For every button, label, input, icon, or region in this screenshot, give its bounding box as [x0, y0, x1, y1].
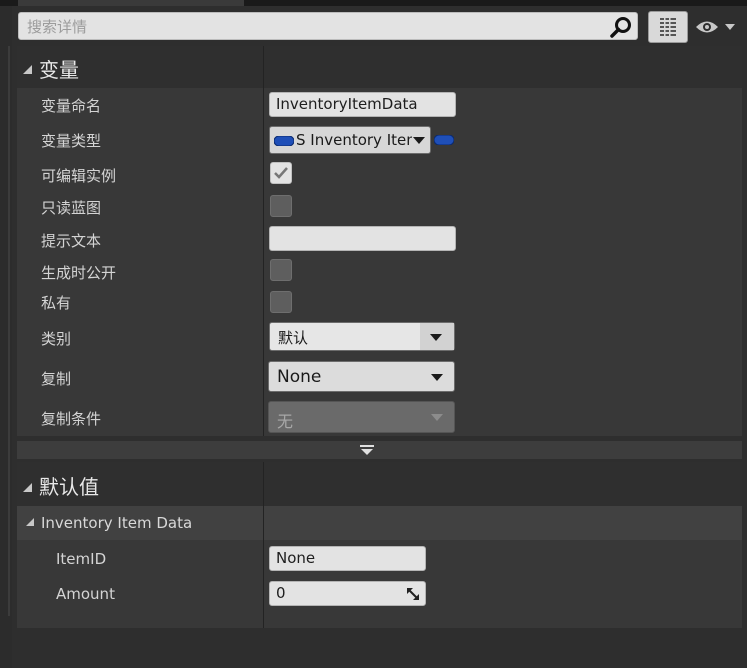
item-id-field[interactable]: None	[269, 546, 426, 571]
resize-arrows-icon[interactable]	[407, 588, 419, 600]
variable-section-header[interactable]: 变量	[17, 46, 742, 88]
label-variable-name: 变量命名	[41, 97, 102, 115]
variable-name-field[interactable]: InventoryItemData	[269, 92, 456, 117]
column-divider[interactable]	[263, 462, 264, 628]
eye-icon	[696, 21, 735, 33]
advanced-expander-bar[interactable]	[17, 441, 742, 459]
struct-row[interactable]: Inventory Item Data	[17, 506, 742, 540]
variable-section-title: 变量	[39, 58, 79, 82]
label-instance-editable: 可编辑实例	[41, 167, 117, 185]
property-matrix-button[interactable]	[648, 11, 688, 43]
column-divider[interactable]	[263, 46, 264, 436]
default-section-title: 默认值	[39, 475, 99, 499]
checkmark-icon	[274, 167, 288, 179]
label-private: 私有	[41, 294, 72, 312]
variable-type-dropdown[interactable]: S Inventory Item	[269, 126, 431, 154]
tooltip-field[interactable]	[269, 226, 456, 251]
label-replication: 复制	[41, 370, 72, 388]
expand-arrow-icon	[360, 445, 374, 455]
label-amount: Amount	[56, 585, 115, 603]
chevron-down-icon	[431, 414, 443, 421]
label-replication-condition: 复制条件	[41, 410, 102, 428]
replication-condition-value: 无	[277, 412, 294, 431]
grid-view-icon	[660, 18, 676, 36]
view-options-button[interactable]	[692, 13, 742, 41]
struct-label: Inventory Item Data	[41, 514, 193, 532]
label-variable-type: 变量类型	[41, 132, 102, 150]
amount-field[interactable]: 0	[269, 581, 426, 606]
chevron-down-icon	[431, 374, 443, 381]
label-category: 类别	[41, 330, 72, 348]
collapse-triangle-icon[interactable]	[26, 518, 34, 526]
collapse-triangle-icon[interactable]	[23, 483, 32, 492]
amount-value: 0	[276, 584, 286, 602]
replication-value: None	[277, 367, 322, 387]
search-input[interactable]	[25, 15, 609, 39]
variable-type-value: S Inventory Item	[296, 131, 412, 149]
replication-condition-dropdown[interactable]: 无	[268, 401, 455, 433]
label-item-id: ItemID	[56, 550, 107, 568]
category-value: 默认	[278, 329, 309, 347]
struct-pin-icon	[274, 136, 294, 146]
label-tooltip: 提示文本	[41, 232, 102, 250]
chevron-down-icon	[413, 137, 425, 144]
chevron-down-icon	[430, 334, 442, 341]
left-gutter-line	[8, 46, 10, 616]
blueprint-readonly-checkbox[interactable]	[270, 195, 292, 217]
details-tab[interactable]	[18, 0, 244, 6]
expose-on-spawn-checkbox[interactable]	[270, 259, 292, 281]
replication-dropdown[interactable]: None	[268, 361, 455, 392]
container-type-icon[interactable]	[434, 135, 454, 145]
left-gutter	[0, 6, 12, 668]
label-blueprint-readonly: 只读蓝图	[41, 199, 102, 217]
private-checkbox[interactable]	[270, 291, 292, 313]
default-section-header[interactable]: 默认值	[17, 462, 742, 506]
collapse-triangle-icon[interactable]	[23, 65, 32, 74]
category-dropdown[interactable]: 默认	[269, 322, 455, 351]
instance-editable-checkbox[interactable]	[270, 162, 292, 184]
search-icon[interactable]	[609, 15, 633, 39]
search-box[interactable]	[18, 12, 638, 40]
label-expose-on-spawn: 生成时公开	[41, 264, 117, 282]
